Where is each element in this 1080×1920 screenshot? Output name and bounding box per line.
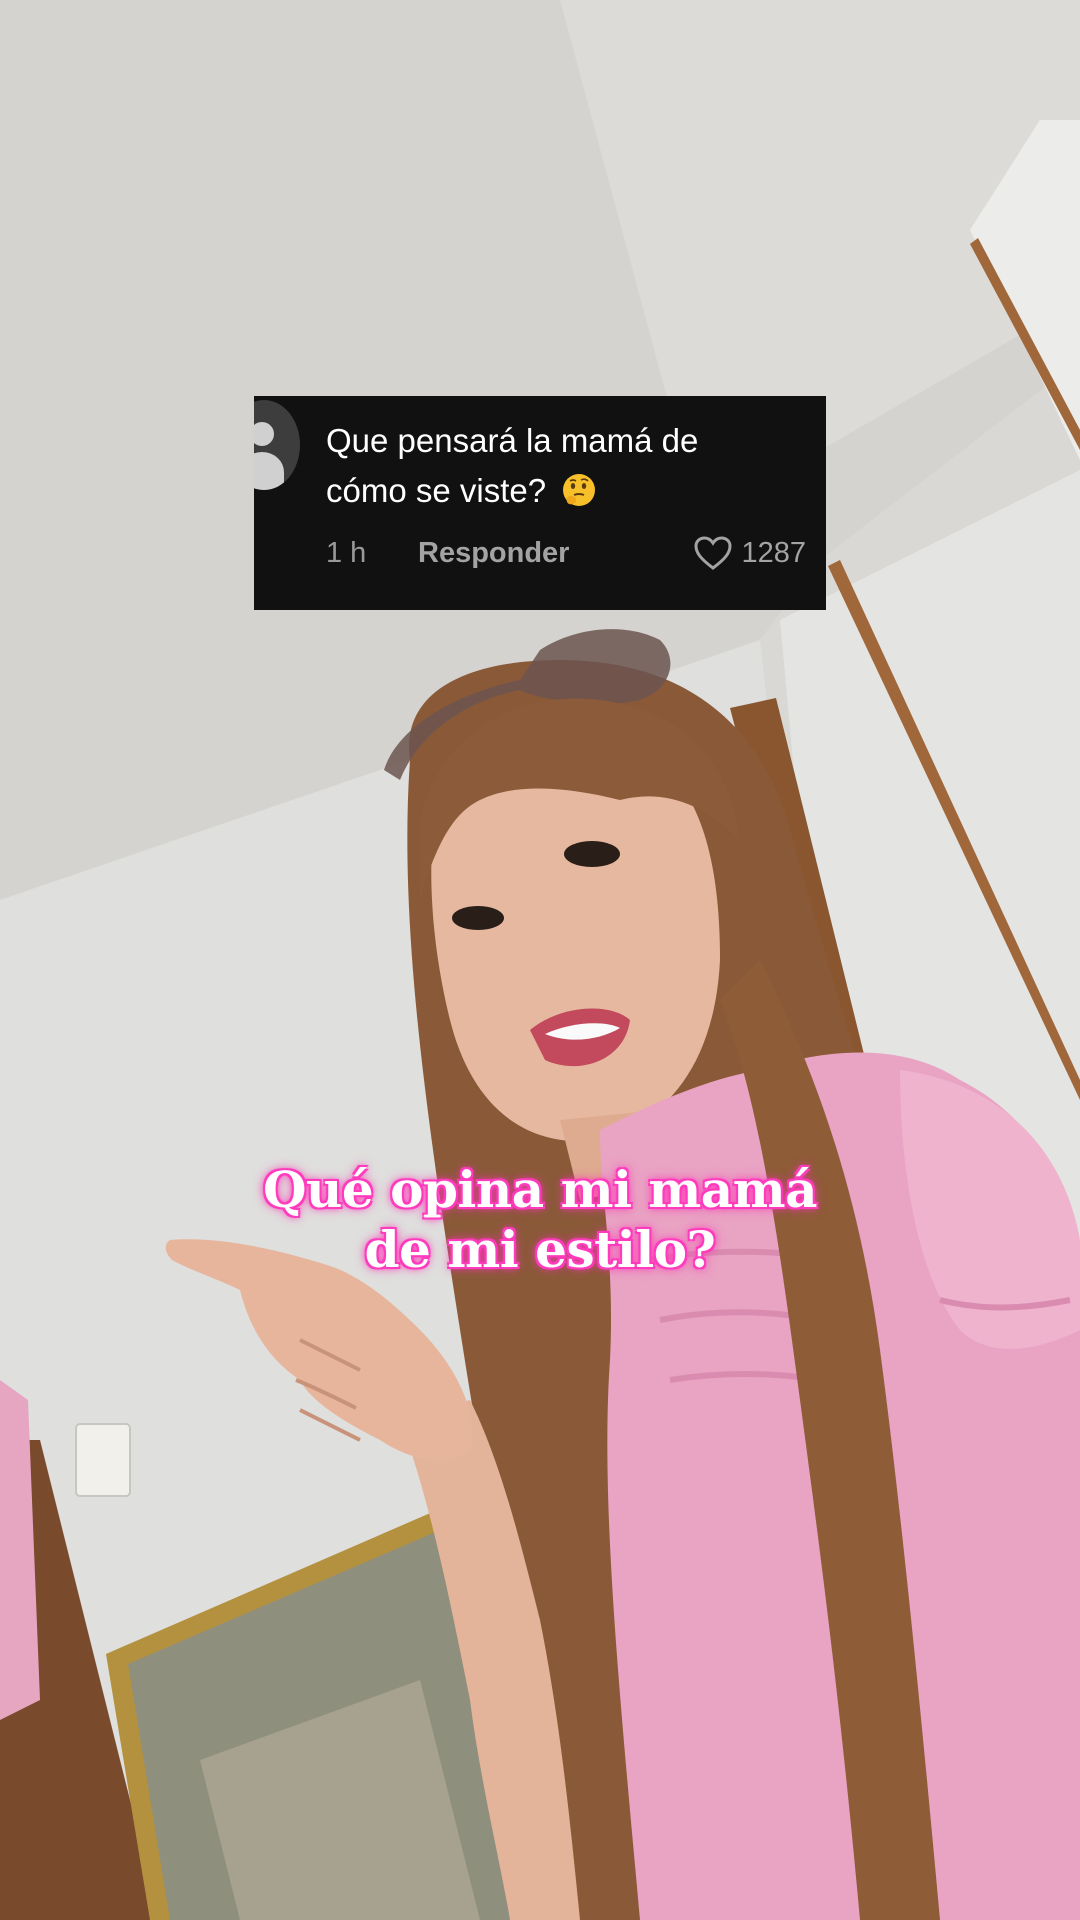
left-eye [452, 906, 504, 930]
comment-reply-sticker[interactable]: Que pensará la mamá de cómo se viste? 1 … [254, 396, 826, 610]
avatar-body-shape [254, 452, 284, 490]
right-eye [564, 841, 620, 867]
commenter-avatar[interactable] [254, 400, 300, 490]
video-caption: Qué opina mi mamá de mi estilo? [180, 1160, 900, 1280]
comment-text-line-1: Que pensará la mamá de [326, 422, 699, 459]
video-scene [0, 0, 1080, 1920]
caption-line-1: Qué opina mi mamá [263, 1160, 818, 1219]
comment-meta-row: 1 h Responder 1287 [326, 533, 806, 573]
comment-text: Que pensará la mamá de cómo se viste? [326, 416, 806, 516]
reply-button[interactable]: Responder [418, 537, 569, 570]
video-frame[interactable]: Que pensará la mamá de cómo se viste? 1 … [0, 0, 1080, 1920]
heart-icon [694, 536, 732, 570]
light-switch [75, 1423, 131, 1497]
caption-line-2: de mi estilo? [364, 1220, 716, 1279]
like-button[interactable]: 1287 [693, 533, 806, 573]
comment-text-line-2: cómo se viste? [326, 472, 547, 509]
thinking-face-emoji-icon [563, 474, 596, 506]
comment-time: 1 h [326, 537, 367, 569]
like-count: 1287 [741, 536, 806, 569]
avatar-head-shape [254, 422, 274, 446]
